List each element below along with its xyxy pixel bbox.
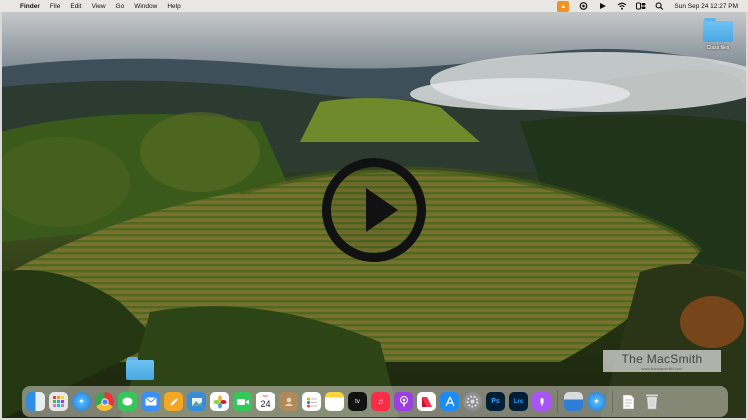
play-status-icon[interactable] [598,2,607,10]
music-icon[interactable]: ♫ [371,392,390,411]
finder-icon[interactable] [26,392,45,411]
play-icon [366,188,398,232]
safari-small-icon[interactable]: ✦ [587,392,606,411]
video-play-button[interactable] [322,158,426,262]
watermark: The MacSmith www.themacsmith.com [603,350,721,372]
watermark-name: The MacSmith [621,351,703,366]
contacts-icon[interactable] [279,392,298,411]
menu-file[interactable]: File [50,3,60,10]
calendar-day: 24 [260,398,271,409]
dragged-folder-icon[interactable] [126,357,154,380]
notes-icon[interactable] [325,392,344,411]
dock-separator [557,390,558,413]
podcast-studio-icon[interactable] [532,392,551,411]
menu-help[interactable]: Help [167,3,180,10]
launchpad-icon[interactable] [49,392,68,411]
desktop-folder-class-files[interactable]: Class files [700,18,736,51]
photoshop-icon[interactable]: Ps [486,392,505,411]
document-icon[interactable] [619,392,638,411]
appletv-icon[interactable]: tv [348,392,367,411]
record-status-icon[interactable] [579,2,588,10]
menu-go[interactable]: Go [116,3,125,10]
messages-icon[interactable] [118,392,137,411]
reminders-icon[interactable] [302,392,321,411]
menu-datetime[interactable]: Sun Sep 24 12:27 PM [674,3,738,10]
vpn-status-icon[interactable]: ▴ [557,0,570,12]
dock: ✦ SEP 24 tv ♫ Ps Lrc ✦ [22,386,728,417]
finder-window-icon[interactable] [564,392,583,411]
facetime-icon[interactable] [233,392,252,411]
wifi-icon[interactable] [617,2,627,10]
watermark-url: www.themacsmith.com [641,365,683,371]
dock-separator-2 [612,390,613,413]
desktop-folder-label: Class files [706,45,730,51]
appstore-icon[interactable] [440,392,459,411]
calendar-icon[interactable]: SEP 24 [256,392,275,411]
menu-view[interactable]: View [92,3,106,10]
systemsettings-icon[interactable] [463,392,482,411]
menu-app-name[interactable]: Finder [20,3,40,10]
preview-icon[interactable] [187,392,206,411]
trash-icon[interactable] [642,392,661,411]
pages-icon[interactable] [164,392,183,411]
safari-icon[interactable]: ✦ [72,392,91,411]
menu-edit[interactable]: Edit [70,3,81,10]
podcasts-icon[interactable] [394,392,413,411]
news-icon[interactable] [417,392,436,411]
menu-window[interactable]: Window [134,3,157,10]
control-center-icon[interactable] [636,2,646,10]
search-icon[interactable] [655,2,664,10]
photos-icon[interactable] [210,392,229,411]
lightroom-icon[interactable]: Lrc [509,392,528,411]
folder-icon [703,18,733,42]
chrome-icon[interactable] [95,392,114,411]
mail-icon[interactable] [141,392,160,411]
menu-bar: Finder File Edit View Go Window Help ▴ S… [0,0,748,12]
